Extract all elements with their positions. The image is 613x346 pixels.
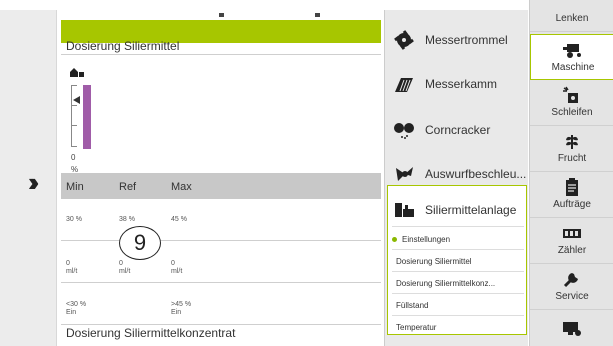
gauge-axis bbox=[71, 85, 72, 147]
nav-auftraege[interactable]: Aufträge bbox=[530, 172, 613, 218]
top-edge bbox=[0, 0, 613, 10]
gauge-tick bbox=[71, 105, 77, 106]
divider bbox=[61, 282, 381, 283]
drum-icon bbox=[394, 30, 414, 50]
subitem-label: Einstellungen bbox=[402, 235, 451, 244]
subitem-fuellstand[interactable]: Füllstand bbox=[396, 301, 428, 310]
nav-more[interactable] bbox=[530, 310, 613, 346]
menu-item-messerkamm[interactable]: Messerkamm bbox=[385, 62, 529, 106]
col-max: Max bbox=[171, 181, 192, 193]
nav-label: Aufträge bbox=[553, 199, 591, 210]
annotation-marker: 9 bbox=[119, 226, 161, 260]
clipboard-icon bbox=[566, 178, 578, 196]
nav-zaehler[interactable]: Zähler bbox=[530, 218, 613, 264]
max-dose-unit: ml/t bbox=[171, 268, 183, 275]
nav-label: Schleifen bbox=[551, 107, 593, 118]
min-dose-unit: ml/t bbox=[66, 268, 78, 275]
sharpen-icon bbox=[563, 86, 578, 103]
subitem-dosierung-siliermittel[interactable]: Dosierung Siliermittel bbox=[396, 257, 472, 266]
divider bbox=[61, 324, 381, 325]
main-panel: Dosierung Siliermittel 0 % Min Ref Max 3… bbox=[61, 10, 381, 346]
divider bbox=[392, 249, 524, 250]
scroll-marker bbox=[219, 13, 224, 17]
low-alarm-state: Ein bbox=[66, 309, 77, 316]
ref-value: 38 % bbox=[119, 216, 135, 223]
min-value: 30 % bbox=[66, 216, 82, 223]
scroll-marker bbox=[315, 13, 320, 17]
nav-frucht[interactable]: Frucht bbox=[530, 126, 613, 172]
col-ref: Ref bbox=[119, 181, 137, 193]
gauge-tick bbox=[71, 125, 77, 126]
nav-maschine[interactable]: Maschine bbox=[530, 34, 613, 80]
accelerator-icon bbox=[396, 167, 413, 181]
divider bbox=[61, 240, 381, 241]
expand-panel-icon[interactable]: ›› bbox=[28, 169, 40, 195]
section-title: Dosierung Siliermittelkonzentrat bbox=[66, 326, 236, 340]
knife-bar-icon bbox=[395, 78, 413, 92]
table-header: Min Ref Max bbox=[61, 173, 381, 199]
divider bbox=[392, 315, 524, 316]
monitor-settings-icon bbox=[563, 322, 581, 336]
high-alarm-state: Ein bbox=[171, 309, 182, 316]
subitem-dosierung-siliermittelkonzentrat[interactable]: Dosierung Siliermittelkonz... bbox=[396, 279, 495, 288]
nav-label: Zähler bbox=[557, 245, 587, 256]
divider bbox=[61, 54, 381, 55]
max-value: 45 % bbox=[171, 216, 187, 223]
corncracker-icon bbox=[394, 123, 414, 139]
menu-item-label: Messertrommel bbox=[425, 33, 508, 47]
menu-item-label: Corncracker bbox=[425, 123, 491, 137]
crop-icon bbox=[566, 135, 578, 149]
gauge-fill bbox=[83, 85, 91, 149]
divider bbox=[392, 226, 524, 227]
menu-item-label: Siliermittelanlage bbox=[425, 203, 517, 217]
gauge-tick bbox=[71, 146, 77, 147]
active-dot-icon bbox=[392, 237, 397, 242]
menu-item-label: Auswurfbeschleu... bbox=[425, 167, 527, 181]
nav-label: Service bbox=[555, 291, 589, 302]
subitem-einstellungen[interactable]: Einstellungen bbox=[392, 235, 451, 244]
subitem-temperatur[interactable]: Temperatur bbox=[396, 323, 436, 332]
harvester-icon bbox=[563, 44, 581, 58]
divider bbox=[392, 293, 524, 294]
gauge-tick bbox=[71, 85, 77, 86]
nav-service[interactable]: Service bbox=[530, 264, 613, 310]
divider bbox=[392, 271, 524, 272]
nav-schleifen[interactable]: Schleifen bbox=[530, 80, 613, 126]
wrench-icon bbox=[563, 273, 578, 288]
nav-label: Maschine bbox=[551, 62, 595, 73]
col-min: Min bbox=[66, 181, 84, 193]
submenu-panel: Messertrommel Messerkamm Corncracker Aus… bbox=[384, 10, 528, 346]
nav-label: Lenken bbox=[555, 13, 589, 24]
gauge-pointer-icon bbox=[73, 96, 80, 104]
menu-item-corncracker[interactable]: Corncracker bbox=[385, 108, 529, 152]
menu-item-label: Messerkamm bbox=[425, 77, 498, 91]
silage-tank-icon bbox=[70, 68, 84, 77]
ref-dose-unit: ml/t bbox=[119, 268, 131, 275]
counter-icon bbox=[563, 229, 581, 238]
silage-agent-icon bbox=[395, 203, 414, 217]
panel-title: Dosierung Siliermittel bbox=[66, 39, 180, 53]
nav-label: Frucht bbox=[557, 153, 587, 164]
nav-lenken[interactable]: Lenken bbox=[530, 0, 613, 32]
menu-item-messertrommel[interactable]: Messertrommel bbox=[385, 18, 529, 62]
main-navigation: Lenken Maschine Schleifen Frucht Aufträg… bbox=[529, 0, 613, 346]
gauge-min-label: 0 bbox=[71, 153, 76, 162]
menu-item-siliermittelanlage[interactable]: Siliermittelanlage Einstellungen Dosieru… bbox=[387, 185, 527, 335]
